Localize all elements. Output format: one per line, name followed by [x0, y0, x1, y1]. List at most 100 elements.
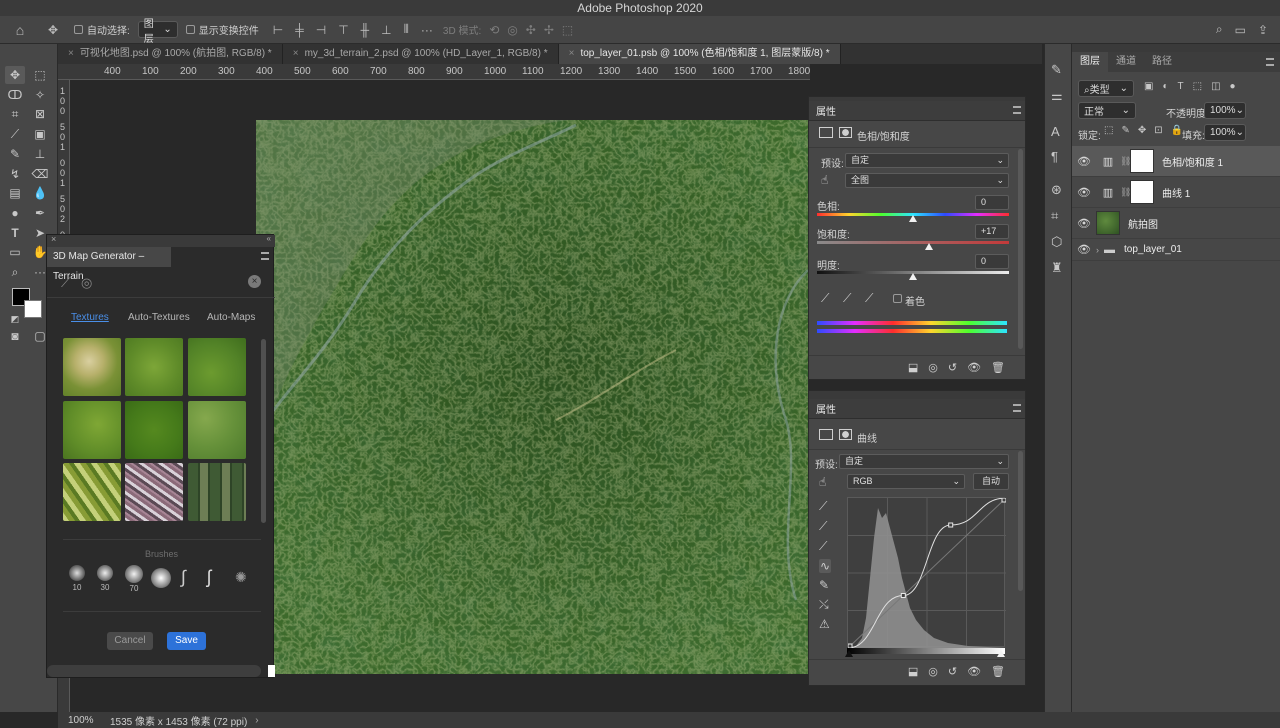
aerial-terrain-image[interactable] [256, 120, 808, 674]
panel-menu-icon[interactable] [261, 252, 269, 260]
type-tool-icon[interactable]: T [5, 224, 25, 242]
pencil-icon[interactable]: ✎ [819, 578, 831, 592]
filter-pixel-icon[interactable]: ▣ [1144, 81, 1153, 92]
layer-mask-icon[interactable] [839, 127, 852, 138]
layer-mask-thumbnail[interactable] [1130, 149, 1154, 173]
auto-select-option[interactable]: 自动选择: [74, 22, 130, 37]
magic-wand-tool-icon[interactable]: ✧ [30, 86, 50, 104]
link-chain-icon[interactable]: ⛓ [1120, 156, 1131, 167]
align-bottom-icon[interactable]: ⊥ [381, 23, 391, 37]
lasso-tool-icon[interactable]: ↀ [5, 86, 25, 104]
filter-toggle-icon[interactable]: ● [1230, 81, 1236, 92]
fill-input[interactable]: 100% ⌄ [1204, 124, 1246, 141]
align-middle-v-icon[interactable]: ╫ [361, 23, 370, 37]
character-icon[interactable]: A [1051, 124, 1063, 139]
chevron-right-icon[interactable]: › [1096, 245, 1104, 255]
clipping-warning-icon[interactable]: ⚠ [819, 617, 831, 631]
brush-settings-icon[interactable]: ✎ [1051, 62, 1063, 78]
squiggle-brush-icon[interactable]: ʃ [207, 567, 211, 588]
quick-mask-icon[interactable]: ◙ [5, 327, 25, 345]
auto-select-target-select[interactable]: 图层 ⌄ [137, 19, 178, 45]
smooth-icon[interactable]: ⤯ [819, 597, 831, 612]
black-point-slider[interactable] [845, 650, 853, 657]
chevron-right-icon[interactable]: › [255, 715, 258, 726]
target-icon[interactable]: ◎ [81, 275, 92, 291]
delete-trash-icon[interactable]: 🗑 [991, 665, 1005, 678]
preset-select[interactable]: 自定 ⌄ [839, 454, 1009, 469]
search-icon[interactable]: ⌕ [1216, 22, 1223, 37]
curve-control-point[interactable] [1001, 497, 1007, 503]
blend-mode-select[interactable]: 正常 ⌄ [1078, 102, 1136, 119]
background-color-swatch[interactable] [24, 300, 42, 318]
brush-70[interactable]: 70 [125, 565, 143, 593]
more-options-icon[interactable]: ··· [421, 23, 433, 37]
brush-tool-icon[interactable]: ✎ [5, 145, 25, 163]
filter-adjustment-icon[interactable]: ◐ [1162, 81, 1168, 92]
curve-control-point[interactable] [948, 522, 954, 528]
texture-swatch-lawn[interactable] [125, 401, 183, 459]
splatter-brush-icon[interactable]: ✺ [235, 569, 247, 586]
targeted-adjustment-icon[interactable]: ☝ [819, 475, 826, 489]
close-icon[interactable]: × [293, 48, 299, 59]
panel-menu-icon[interactable] [1013, 106, 1021, 114]
delete-trash-icon[interactable]: 🗑 [991, 361, 1005, 374]
paragraph-icon[interactable]: ¶ [1051, 149, 1063, 164]
tab-auto-maps[interactable]: Auto-Maps [207, 312, 255, 323]
filter-type-icon[interactable]: T [1178, 81, 1184, 92]
lock-artboard-icon[interactable]: ⊡ [1154, 125, 1162, 136]
tab-doc-2[interactable]: × my_3d_terrain_2.psd @ 100% (HD_Layer_1,… [283, 44, 559, 64]
zoom-level[interactable]: 100% [68, 715, 104, 726]
eyedropper-minus-icon[interactable]: ⟋ [865, 291, 873, 306]
show-transform-option[interactable]: 显示变换控件 [185, 22, 259, 37]
visibility-eye-icon[interactable]: 👁 [967, 665, 981, 678]
3d-icon[interactable]: ⊛ [1051, 182, 1063, 198]
clip-to-layer-icon[interactable]: ⬓ [908, 665, 918, 678]
scrollbar[interactable] [261, 339, 266, 523]
hue-input[interactable]: 0 [975, 195, 1009, 210]
plugin-icon[interactable]: ⬡ [1051, 234, 1063, 250]
texture-swatch-dry-grass[interactable] [63, 338, 121, 396]
texture-swatch-field[interactable] [188, 401, 246, 459]
curve-edit-icon[interactable]: ∿ [819, 559, 832, 573]
layer-thumbnail[interactable] [1096, 211, 1120, 235]
visibility-eye-icon[interactable]: 👁 [967, 361, 981, 374]
patch-tool-icon[interactable]: ▣ [30, 125, 50, 143]
texture-swatch-urban[interactable] [125, 463, 183, 521]
curves-graph[interactable] [847, 497, 1007, 649]
eyedropper-gray-icon[interactable]: ⟋ [819, 519, 831, 534]
stamp-tool-icon[interactable]: ⊥ [30, 145, 50, 163]
eyedropper-plus-icon[interactable]: ⟋ [843, 291, 851, 306]
gradient-tool-icon[interactable]: ▤ [5, 184, 25, 202]
3d-orbit-icon[interactable]: ⟲ [489, 23, 499, 37]
link-chain-icon[interactable]: ⛓ [1120, 187, 1131, 198]
align-left-icon[interactable]: ⊢ [273, 23, 283, 37]
layer-row-aerial[interactable]: 👁 航拍图 [1072, 208, 1280, 239]
history-brush-tool-icon[interactable]: ↯ [5, 165, 25, 183]
auto-select-checkbox[interactable] [74, 25, 83, 34]
brush-30[interactable]: 30 [97, 565, 113, 592]
show-transform-checkbox[interactable] [185, 25, 195, 34]
cancel-button[interactable]: Cancel [107, 632, 153, 650]
scrollbar[interactable] [1018, 149, 1023, 349]
visibility-eye-icon[interactable]: 👁 [1072, 155, 1096, 168]
libraries-icon[interactable]: ♜ [1051, 260, 1063, 276]
brush-round[interactable] [151, 568, 171, 588]
channel-select[interactable]: RGB ⌄ [847, 474, 965, 489]
layer-mask-thumbnail[interactable] [1130, 180, 1154, 204]
lock-position-icon[interactable]: ✥ [1138, 125, 1146, 136]
close-icon[interactable]: × [569, 48, 575, 59]
3d-pan-icon[interactable]: ✣ [526, 23, 536, 37]
resize-handle[interactable] [268, 665, 275, 677]
panel-drag-bar[interactable]: × « [47, 234, 275, 247]
view-previous-icon[interactable]: ◎ [928, 665, 938, 678]
panel-menu-icon[interactable] [1013, 404, 1021, 412]
align-center-h-icon[interactable]: ╪ [295, 23, 304, 37]
default-colors-icon[interactable]: ◩ [5, 310, 25, 328]
move-tool-icon[interactable]: ✥ [5, 66, 25, 84]
3d-roll-icon[interactable]: ◎ [507, 23, 517, 37]
eyedropper-black-icon[interactable]: ⟋ [819, 499, 831, 514]
eyedropper-tool-icon[interactable]: ⟋ [5, 125, 25, 143]
pen-tool-icon[interactable]: ✒ [30, 204, 50, 222]
opacity-input[interactable]: 100% ⌄ [1204, 102, 1246, 119]
white-point-slider[interactable] [997, 650, 1005, 657]
